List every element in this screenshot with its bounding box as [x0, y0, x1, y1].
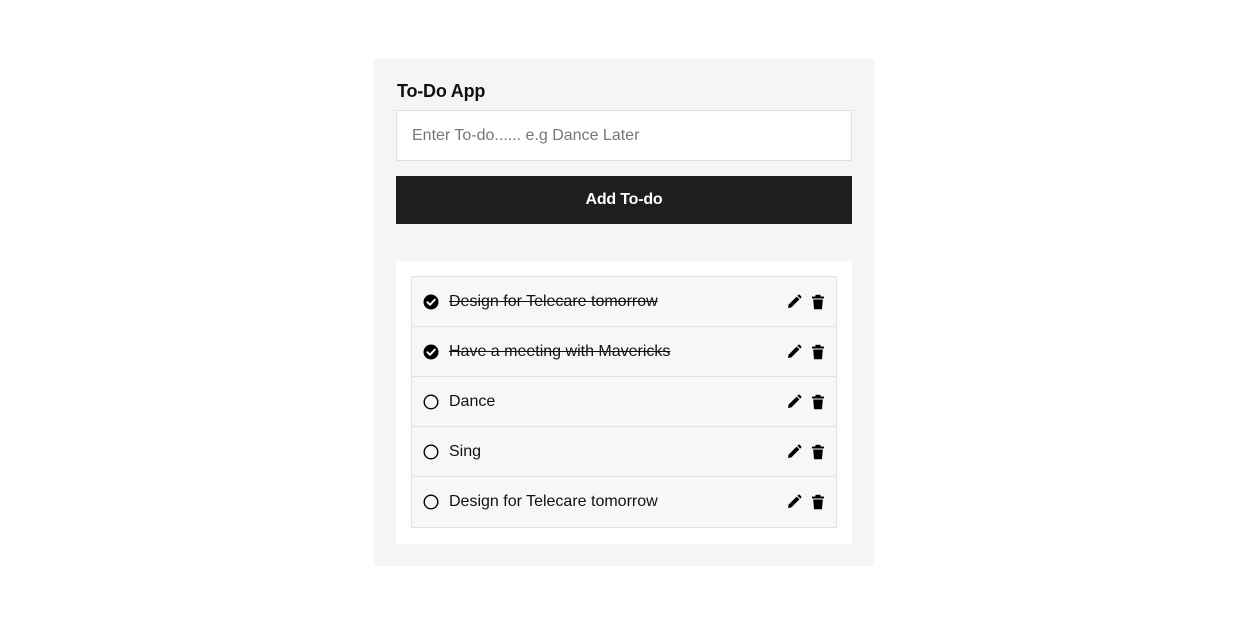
todo-item-text: Design for Telecare tomorrow [449, 493, 658, 510]
trash-icon[interactable] [810, 444, 826, 460]
todo-item-actions [786, 494, 826, 510]
trash-icon[interactable] [810, 394, 826, 410]
empty-circle-icon[interactable] [423, 494, 439, 510]
pencil-icon[interactable] [786, 394, 802, 410]
todo-item: Dance [412, 377, 836, 427]
todo-list: Design for Telecare tomorrow Have a meet… [411, 276, 837, 528]
check-circle-icon[interactable] [423, 344, 439, 360]
todo-app-panel: To-Do App Add To-do Design for Telecare … [374, 59, 874, 566]
todo-input[interactable] [396, 110, 852, 161]
trash-icon[interactable] [810, 494, 826, 510]
pencil-icon[interactable] [786, 294, 802, 310]
empty-circle-icon[interactable] [423, 443, 439, 460]
todo-item-text: Design for Telecare tomorrow [449, 292, 658, 310]
pencil-icon[interactable] [786, 494, 802, 510]
todo-item: Sing [412, 427, 836, 477]
trash-icon[interactable] [810, 344, 826, 360]
app-title: To-Do App [397, 81, 486, 101]
todo-item-actions [786, 344, 826, 360]
todo-item: Design for Telecare tomorrow [412, 277, 836, 327]
check-circle-icon[interactable] [423, 294, 439, 310]
todo-item: Have a meeting with Mavericks [412, 327, 836, 377]
todo-item-text: Dance [449, 392, 496, 410]
trash-icon[interactable] [810, 294, 826, 310]
pencil-icon[interactable] [786, 444, 802, 460]
todo-item-actions [786, 294, 826, 310]
todo-item-actions [786, 394, 826, 410]
empty-circle-icon[interactable] [423, 393, 439, 410]
todo-list-card: Design for Telecare tomorrow Have a meet… [396, 261, 852, 544]
todo-item-text: Have a meeting with Mavericks [449, 342, 671, 360]
todo-item: Design for Telecare tomorrow [412, 477, 836, 527]
todo-item-actions [786, 444, 826, 460]
add-todo-button[interactable]: Add To-do [396, 176, 852, 224]
pencil-icon[interactable] [786, 344, 802, 360]
todo-item-text: Sing [449, 442, 482, 460]
